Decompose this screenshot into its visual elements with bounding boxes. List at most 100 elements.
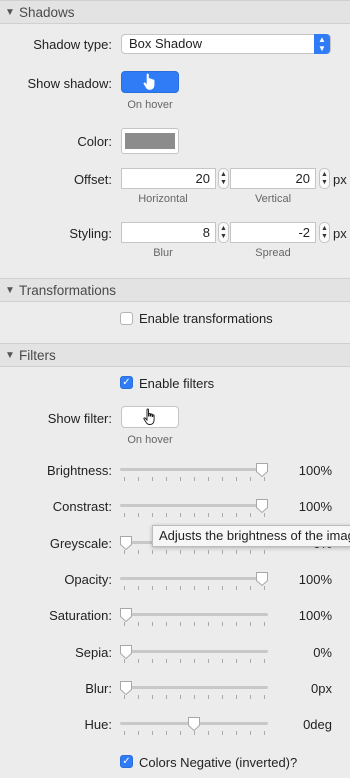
- slider-tick: [166, 477, 167, 481]
- spread-input[interactable]: -2: [230, 222, 316, 243]
- slider-tick: [152, 477, 153, 481]
- blur-input[interactable]: 8: [121, 222, 216, 243]
- slider-tick: [236, 477, 237, 481]
- show-filter-button[interactable]: [121, 406, 179, 428]
- slider-tick: [194, 477, 195, 481]
- slider-tick: [138, 695, 139, 699]
- slider-ticks: [124, 477, 265, 482]
- slider-label: Hue:: [84, 717, 112, 732]
- slider-tick: [208, 731, 209, 735]
- slider-tick: [152, 695, 153, 699]
- slider-value: 100%: [298, 572, 332, 587]
- offset-unit: px: [333, 172, 347, 187]
- filter-slider[interactable]: [120, 461, 269, 483]
- shadows-section-header[interactable]: ▼ Shadows: [0, 0, 350, 24]
- disclosure-triangle-icon[interactable]: ▼: [5, 350, 19, 361]
- slider-tick: [124, 477, 125, 481]
- slider-tick: [236, 622, 237, 626]
- offset-vertical-stepper[interactable]: ▲ ▼: [319, 168, 330, 189]
- blur-stepper[interactable]: ▲ ▼: [218, 222, 229, 243]
- offset-vertical-caption: Vertical: [254, 193, 292, 205]
- slider-tick: [236, 550, 237, 554]
- slider-tick: [250, 513, 251, 517]
- slider-tick: [250, 477, 251, 481]
- spread-caption: Spread: [255, 247, 291, 259]
- slider-tick: [264, 622, 265, 626]
- slider-tick: [180, 477, 181, 481]
- filters-section-header[interactable]: ▼ Filters: [0, 343, 350, 367]
- slider-tick: [180, 586, 181, 590]
- shadow-type-select[interactable]: Box Shadow ▲ ▼: [121, 34, 331, 54]
- disclosure-triangle-icon[interactable]: ▼: [5, 285, 19, 296]
- slider-tick: [166, 622, 167, 626]
- filter-slider[interactable]: [119, 643, 268, 665]
- slider-track: [120, 504, 268, 507]
- slider-ticks: [124, 622, 265, 627]
- slider-thumb[interactable]: [187, 716, 201, 732]
- slider-thumb[interactable]: [119, 644, 133, 660]
- slider-label: Blur:: [85, 681, 112, 696]
- filter-slider[interactable]: [120, 497, 269, 519]
- slider-tick: [166, 586, 167, 590]
- slider-tick: [152, 550, 153, 554]
- slider-ticks: [124, 695, 265, 700]
- filter-slider[interactable]: [119, 679, 268, 701]
- slider-tick: [222, 731, 223, 735]
- enable-transformations-checkbox[interactable]: [120, 312, 133, 325]
- slider-tick: [180, 550, 181, 554]
- slider-tick: [250, 731, 251, 735]
- slider-thumb[interactable]: [255, 462, 269, 478]
- enable-filters-checkbox[interactable]: ✓: [120, 376, 133, 389]
- slider-tick: [264, 731, 265, 735]
- slider-ticks: [124, 586, 265, 591]
- transformations-section-header[interactable]: ▼ Transformations: [0, 278, 350, 302]
- slider-tick: [208, 695, 209, 699]
- slider-thumb[interactable]: [119, 535, 133, 551]
- slider-tick: [208, 659, 209, 663]
- slider-thumb[interactable]: [119, 680, 133, 696]
- offset-horizontal-caption: Horizontal: [138, 193, 188, 205]
- show-filter-caption: On hover: [127, 434, 173, 446]
- slider-tick: [194, 513, 195, 517]
- slider-thumb[interactable]: [255, 498, 269, 514]
- slider-tick: [236, 586, 237, 590]
- slider-tick: [138, 731, 139, 735]
- chevron-updown-icon[interactable]: ▲ ▼: [314, 34, 330, 54]
- slider-track: [120, 613, 268, 616]
- offset-horizontal-input[interactable]: 20: [121, 168, 216, 189]
- disclosure-triangle-icon[interactable]: ▼: [5, 7, 19, 18]
- slider-tick: [138, 550, 139, 554]
- slider-tick: [236, 513, 237, 517]
- slider-label: Sepia:: [75, 645, 112, 660]
- colors-negative-label: Colors Negative (inverted)?: [139, 755, 298, 770]
- offset-vertical-input[interactable]: 20: [230, 168, 316, 189]
- slider-tick: [124, 586, 125, 590]
- slider-tick: [166, 659, 167, 663]
- filter-slider[interactable]: [120, 570, 269, 592]
- slider-tick: [152, 622, 153, 626]
- slider-tick: [264, 550, 265, 554]
- slider-track: [120, 468, 268, 471]
- filter-slider[interactable]: [119, 606, 268, 628]
- slider-thumb[interactable]: [119, 607, 133, 623]
- pointing-hand-icon: [143, 73, 155, 90]
- spread-stepper[interactable]: ▲ ▼: [319, 222, 330, 243]
- slider-tick: [250, 695, 251, 699]
- slider-tick: [138, 622, 139, 626]
- slider-tick: [152, 659, 153, 663]
- filter-slider[interactable]: [120, 715, 268, 737]
- show-shadow-button[interactable]: [121, 71, 179, 93]
- enable-transformations-label: Enable transformations: [139, 311, 273, 326]
- styling-label: Styling:: [69, 226, 112, 241]
- color-well[interactable]: [121, 128, 179, 154]
- slider-tick: [236, 659, 237, 663]
- show-shadow-label: Show shadow:: [27, 76, 112, 91]
- filters-header-label: Filters: [19, 347, 56, 363]
- colors-negative-checkbox[interactable]: ✓: [120, 755, 133, 768]
- slider-tick: [222, 550, 223, 554]
- slider-tick: [138, 513, 139, 517]
- slider-tick: [236, 695, 237, 699]
- slider-thumb[interactable]: [255, 571, 269, 587]
- color-label: Color:: [77, 134, 112, 149]
- offset-horizontal-stepper[interactable]: ▲ ▼: [218, 168, 229, 189]
